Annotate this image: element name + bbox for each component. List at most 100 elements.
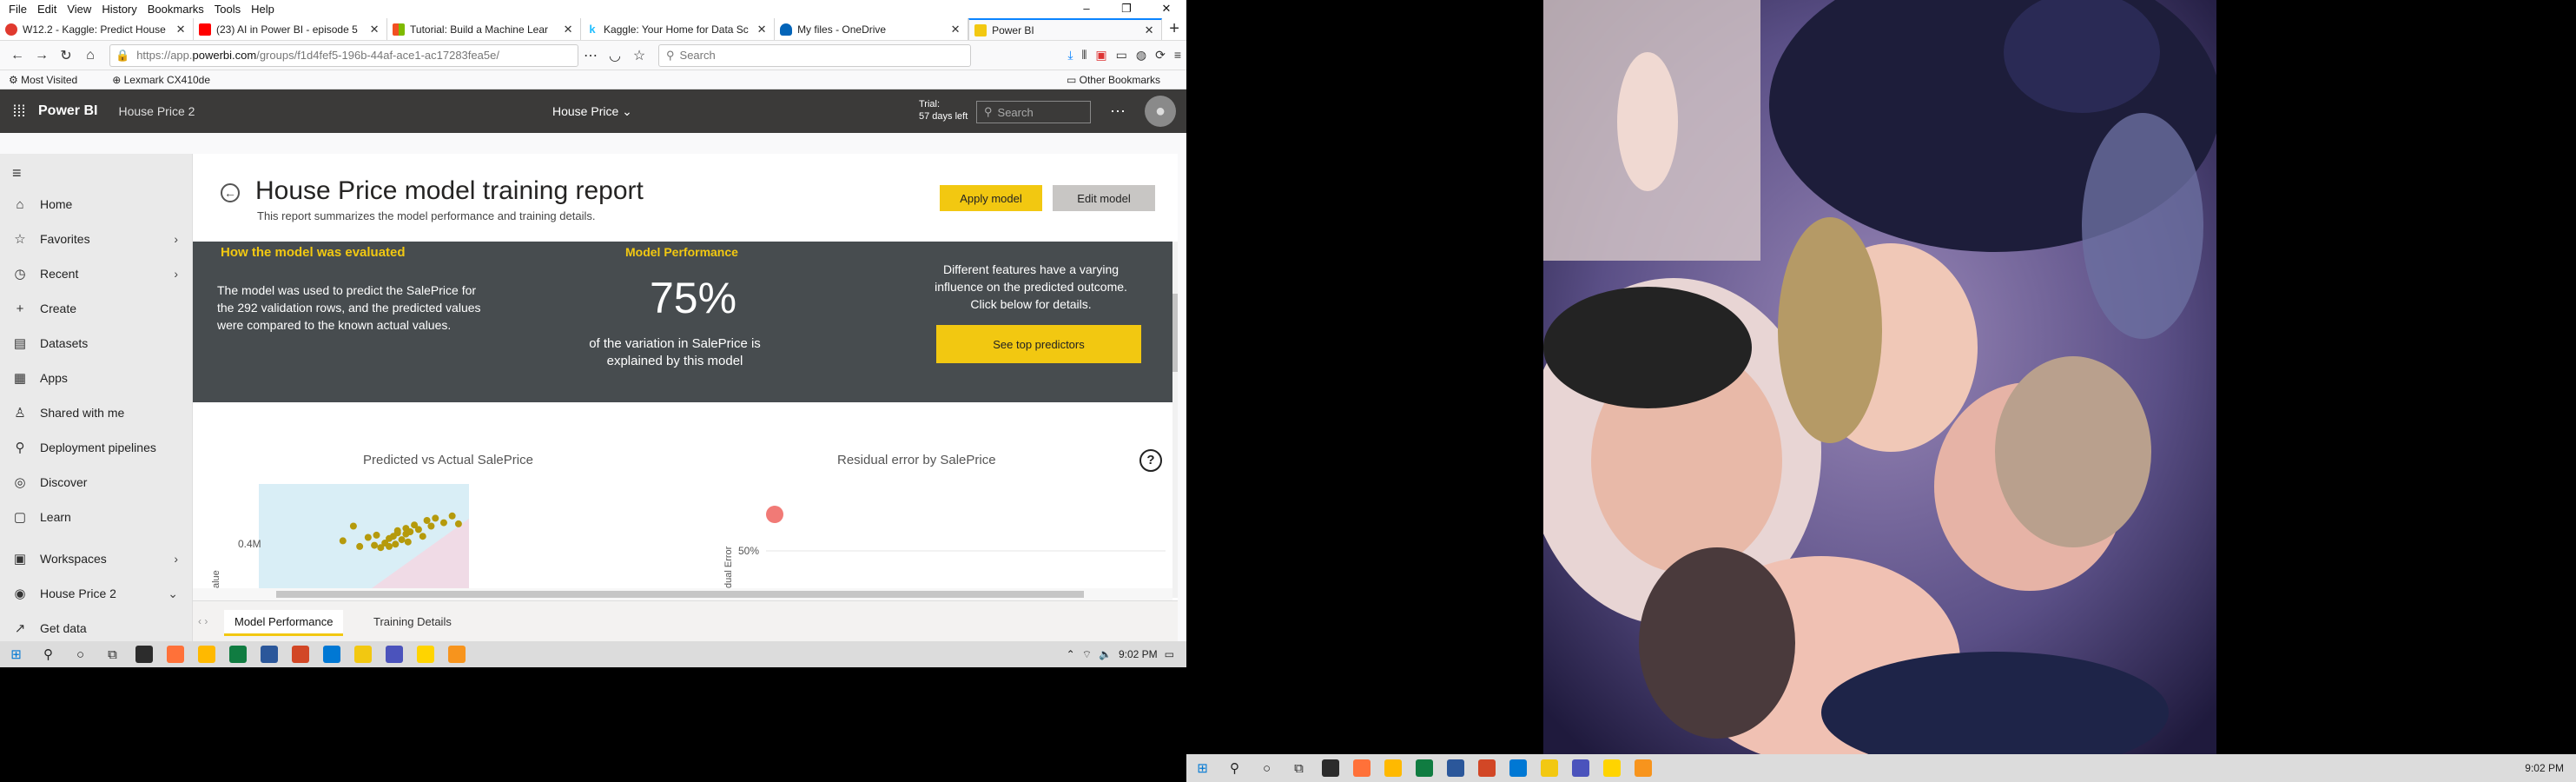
sidebar-item-home[interactable]: ⌂ Home [0, 187, 192, 222]
taskbar-app-icon[interactable] [1322, 759, 1339, 777]
scatter-point[interactable] [454, 520, 462, 527]
predicted-vs-actual-chart[interactable]: 0.4M alue [193, 484, 662, 588]
taskbar-app-icon[interactable] [386, 646, 403, 663]
chevron-right-icon[interactable]: › [174, 232, 178, 246]
home-icon[interactable]: ⌂ [78, 48, 102, 63]
scatter-point[interactable] [371, 541, 379, 549]
sync-icon[interactable]: ⟳ [1155, 48, 1166, 63]
taskbar-app-icon[interactable] [1384, 759, 1402, 777]
scatter-point[interactable] [356, 542, 364, 550]
avatar[interactable]: ● [1145, 96, 1176, 127]
taskbar-app-icon[interactable] [417, 646, 434, 663]
edit-model-button[interactable]: Edit model [1053, 185, 1155, 211]
bookmark-lexmark[interactable]: ⊕ Lexmark CX410de [112, 74, 228, 86]
taskbar-app-icon[interactable] [167, 646, 184, 663]
powerbi-logo-text[interactable]: Power BI [38, 103, 97, 119]
close-tab-icon[interactable]: ✕ [561, 23, 575, 36]
browser-tab[interactable]: k Kaggle: Your Home for Data Sc ✕ [581, 18, 776, 40]
task-view-icon[interactable]: ⧉ [96, 647, 129, 662]
taskbar-app-icon[interactable] [448, 646, 466, 663]
apply-model-button[interactable]: Apply model [940, 185, 1042, 211]
menu-help[interactable]: Help [251, 3, 274, 16]
page-actions-icon[interactable]: ⋯ [578, 47, 603, 64]
close-tab-icon[interactable]: ✕ [367, 23, 381, 36]
close-tab-icon[interactable]: ✕ [948, 23, 962, 36]
sidebar-item-discover[interactable]: ◎ Discover [0, 465, 192, 500]
residual-error-chart[interactable]: 50% dual Error [679, 484, 1166, 588]
pocket-icon[interactable]: ◡ [603, 47, 627, 64]
scatter-point[interactable] [364, 533, 372, 541]
browser-tab[interactable]: (23) AI in Power BI - episode 5 ✕ [194, 18, 388, 40]
scatter-point[interactable] [398, 536, 406, 544]
url-bar[interactable]: 🔒 https://app. powerbi.com/groups/f1d4fef… [109, 43, 578, 67]
scatter-point[interactable] [393, 527, 401, 534]
scrollbar-thumb[interactable] [276, 591, 1084, 598]
sidebar-item-deployment-pipelines[interactable]: ⚲ Deployment pipelines [0, 430, 192, 465]
new-tab-icon[interactable]: + [1162, 18, 1186, 40]
powerbi-search-input[interactable]: ⚲ Search [976, 101, 1091, 123]
scatter-point[interactable] [392, 540, 400, 548]
scatter-point[interactable] [339, 537, 347, 545]
scatter-point[interactable] [373, 531, 380, 539]
sidebar-item-datasets[interactable]: ▤ Datasets [0, 326, 192, 361]
horizontal-scrollbar[interactable] [193, 588, 1172, 600]
minimize-icon[interactable]: – [1067, 2, 1106, 16]
close-tab-icon[interactable]: ✕ [755, 23, 769, 36]
back-arrow-icon[interactable]: ← [221, 183, 240, 202]
sidebar-item-recent[interactable]: ◷ Recent › [0, 256, 192, 291]
close-tab-icon[interactable]: ✕ [174, 23, 188, 36]
close-tab-icon[interactable]: ✕ [1142, 23, 1156, 37]
app-menu-icon[interactable]: ≡ [1174, 48, 1181, 63]
scatter-point[interactable] [406, 528, 414, 535]
taskbar-app-icon[interactable] [1572, 759, 1589, 777]
scatter-point[interactable] [439, 519, 447, 527]
taskbar-app-icon[interactable] [1447, 759, 1464, 777]
sidebar-item-house-price-2[interactable]: ◉ House Price 2 ⌄ [0, 576, 192, 611]
sidebar-item-learn[interactable]: ▢ Learn [0, 500, 192, 534]
chevron-right-icon[interactable]: › [174, 267, 178, 281]
taskbar-app-icon[interactable] [1635, 759, 1652, 777]
back-icon[interactable]: ← [5, 48, 30, 63]
menu-bookmarks[interactable]: Bookmarks [148, 3, 204, 16]
search-icon[interactable]: ⚲ [32, 646, 64, 662]
reload-icon[interactable]: ↻ [54, 47, 78, 64]
restore-icon[interactable]: ❐ [1106, 2, 1146, 16]
close-window-icon[interactable]: ✕ [1146, 2, 1186, 16]
taskbar-app-icon[interactable] [198, 646, 215, 663]
taskbar-app-icon[interactable] [1509, 759, 1527, 777]
scatter-point[interactable] [432, 514, 439, 522]
taskbar-app-icon[interactable] [261, 646, 278, 663]
taskbar-app-icon[interactable] [135, 646, 153, 663]
taskbar-app-icon[interactable] [354, 646, 372, 663]
more-options-icon[interactable]: ⋯ [1110, 103, 1126, 121]
bookmark-most-visited[interactable]: ⚙ Most Visited [9, 74, 95, 86]
taskbar-app-icon[interactable] [1478, 759, 1496, 777]
help-icon[interactable]: ? [1139, 449, 1162, 472]
tray-arrow-icon[interactable]: ⌃ [1067, 648, 1075, 660]
scatter-point[interactable] [386, 542, 393, 550]
hamburger-menu-icon[interactable]: ≡ [0, 154, 192, 187]
windows-start-icon[interactable]: ⊞ [0, 646, 32, 662]
sidebar-item-apps[interactable]: ▦ Apps [0, 361, 192, 395]
taskbar-app-icon[interactable] [229, 646, 247, 663]
menu-edit[interactable]: Edit [37, 3, 56, 16]
app-launcher-icon[interactable]: ⁞⁞⁞ [0, 103, 38, 121]
sidebar-item-workspaces[interactable]: ▣ Workspaces › [0, 541, 192, 576]
chevron-down-icon[interactable]: ⌄ [168, 586, 178, 601]
task-view-icon[interactable]: ⧉ [1283, 761, 1315, 776]
sidebar-item-create[interactable]: + Create [0, 291, 192, 326]
browser-tab[interactable]: W12.2 - Kaggle: Predict House ✕ [0, 18, 195, 40]
taskbar-app-icon[interactable] [292, 646, 309, 663]
see-top-predictors-button[interactable]: See top predictors [936, 325, 1141, 363]
forward-icon[interactable]: → [30, 48, 54, 63]
menu-view[interactable]: View [67, 3, 91, 16]
workspace-breadcrumb[interactable]: House Price 2 [118, 104, 195, 118]
bookmark-star-icon[interactable]: ☆ [627, 47, 651, 64]
report-dropdown[interactable]: House Price ⌄ [552, 104, 632, 119]
scatter-point[interactable] [349, 522, 357, 530]
volume-icon[interactable]: 🔈 [1099, 648, 1112, 660]
scatter-point[interactable] [404, 538, 412, 546]
taskbar-app-icon[interactable] [1541, 759, 1558, 777]
scatter-point[interactable] [419, 533, 426, 540]
page-nav-arrows-icon[interactable]: ‹ › [198, 615, 208, 627]
